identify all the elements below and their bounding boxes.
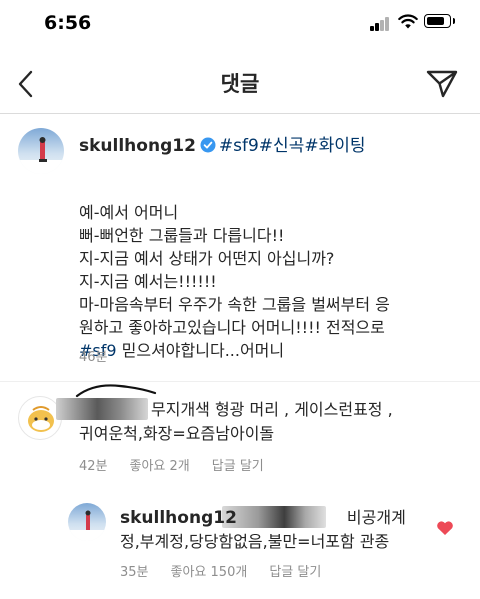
caption-line: 뻐-뻐언한 그룹들과 다릅니다!! [79, 226, 285, 245]
caption-line-last: #sf9 믿으셔야합니다...어머니 [79, 339, 390, 362]
caption-timestamp: 46분 [79, 350, 108, 365]
caption-line: 마-마음속부터 우주가 속한 그룹을 벌써부터 응 [79, 295, 390, 314]
heart-icon[interactable] [436, 520, 454, 536]
reply-button[interactable]: 답글 달기 [212, 455, 264, 474]
section-divider [0, 381, 480, 382]
reply-line: 비공개계 [346, 508, 406, 527]
battery-icon [424, 14, 451, 28]
caption-line-end: 믿으셔야합니다...어머니 [116, 341, 285, 360]
comment-timestamp: 42분 [79, 459, 108, 474]
battery-tip [453, 18, 455, 24]
avatar[interactable] [18, 128, 64, 174]
hashtags[interactable]: #sf9#신곡#화이팅 [219, 136, 366, 156]
reply-button[interactable]: 답글 달기 [269, 561, 321, 580]
reply-timestamp: 35분 [120, 565, 149, 580]
caption-line: 원하고 좋아하고있습니다 어머니!!!! 전적으로 [79, 318, 385, 337]
reply-text: skullhong12 비공개계 정,부계정,당당함없음,불만=너포함 관종 [120, 506, 406, 554]
status-time: 6:56 [44, 12, 92, 34]
avatar[interactable] [68, 503, 106, 541]
comment-meta: 42분 좋아요 2개 답글 달기 [79, 455, 286, 474]
caption-header: skullhong12 #sf9#신곡#화이팅 [79, 131, 366, 156]
username[interactable]: skullhong12 [120, 508, 237, 528]
username[interactable]: skullhong12 [79, 136, 196, 156]
reply-line: 정,부계정,당당함없음,불만=너포함 관종 [120, 532, 390, 551]
likes-count[interactable]: 좋아요 2개 [130, 455, 190, 474]
reply-meta: 35분 좋아요 150개 답글 달기 [120, 561, 343, 580]
nav-divider [0, 113, 480, 114]
comment-line: 무지개색 형광 머리 , 게이스런표정 , [151, 400, 393, 419]
comment-line: 귀여운척,화장=요즘남아이돌 [79, 424, 275, 443]
battery-level [427, 17, 444, 25]
verified-badge-icon [200, 137, 216, 153]
comment-text: 무지개색 형광 머리 , 게이스런표정 , 귀여운척,화장=요즘남아이돌 [79, 398, 393, 446]
caption-text: 예-예서 어머니 뻐-뻐언한 그룹들과 다릅니다!! 지-지금 예서 상태가 어… [79, 201, 390, 362]
likes-count[interactable]: 좋아요 150개 [171, 561, 248, 580]
caption-line: 예-예서 어머니 [79, 203, 179, 222]
caption-line: 지-지금 예서 상태가 어떤지 아십니까? [79, 249, 335, 268]
page-title: 댓글 [220, 72, 260, 96]
caption-line: 지-지금 예서는!!!!!! [79, 272, 217, 291]
paper-plane-icon[interactable] [424, 66, 460, 100]
wifi-icon [398, 14, 418, 29]
cellular-signal-icon [370, 17, 390, 31]
